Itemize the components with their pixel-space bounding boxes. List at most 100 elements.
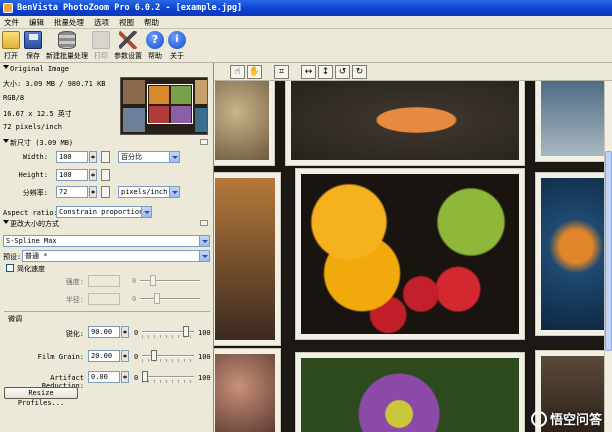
photo-shell [286, 81, 524, 165]
title-bar: BenVista PhotoZoom Pro 6.0.2 - [example.… [0, 0, 612, 16]
fit-height-icon[interactable]: ↕ [318, 64, 333, 79]
artifact-reduction-input[interactable]: 0.00 [88, 371, 120, 383]
menu-batch[interactable]: 批量处理 [54, 17, 84, 28]
width-label: Width: [22, 153, 48, 161]
preview-selection-frame[interactable] [147, 84, 193, 124]
menu-options[interactable]: 选项 [94, 17, 109, 28]
radius-slider[interactable] [140, 293, 200, 305]
image-preview-canvas[interactable]: 悟空问答 [214, 81, 606, 432]
thumb-tile [195, 108, 207, 132]
crop-tool-icon[interactable]: ⌗ [274, 64, 289, 79]
artifact-reduction-min: 0 [134, 374, 139, 382]
settings-button[interactable]: 参数设置 [114, 29, 142, 61]
intensity-input[interactable] [88, 275, 120, 287]
aspect-ratio-select[interactable]: Constrain proportions [56, 206, 152, 218]
zoom-tool-icon[interactable]: ✋ [247, 64, 262, 79]
fine-tune-header: 微调 [8, 315, 22, 323]
menu-help[interactable]: 帮助 [144, 17, 159, 28]
scrollbar-thumb[interactable] [605, 151, 612, 351]
thumb-tile [195, 80, 207, 104]
link-icon[interactable] [101, 186, 110, 198]
rotate-right-icon[interactable]: ↻ [352, 64, 367, 79]
artifact-reduction-max: 100 [198, 374, 211, 382]
film-grain-input[interactable]: 20.00 [88, 350, 120, 362]
thumb-tile [123, 80, 145, 104]
original-image-header[interactable]: Original Image [3, 65, 69, 73]
new-batch-button[interactable]: 新建批量处理 [46, 29, 88, 61]
collapse-icon [3, 220, 9, 227]
film-grain-max: 100 [198, 353, 211, 361]
chevron-down-icon [169, 187, 179, 197]
width-input[interactable]: 100 [56, 151, 88, 163]
resolution-unit-select[interactable]: pixels/inch [118, 186, 180, 198]
height-input[interactable]: 100 [56, 169, 88, 181]
film-grain-min: 0 [134, 353, 139, 361]
sharpness-input[interactable]: 90.00 [88, 326, 120, 338]
slider-thumb[interactable] [142, 371, 148, 382]
open-button[interactable]: 打开 [2, 29, 20, 61]
collapse-icon [3, 65, 9, 72]
resize-method-header[interactable]: 更改大小的方式 [3, 219, 59, 229]
preset-select[interactable]: 普通 * [22, 250, 210, 262]
sharpness-max: 100 [198, 329, 211, 337]
sharpness-min: 0 [134, 329, 139, 337]
fast-mode-label: 简化速度 [17, 265, 45, 273]
view-toolbar: ☝ ✋ ⌗ ↔ ↕ ↺ ↻ [214, 63, 612, 81]
preset-label: 预设: [3, 253, 22, 261]
artifact-reduction-slider[interactable] [142, 371, 194, 383]
film-grain-slider[interactable] [142, 350, 194, 362]
save-button[interactable]: 保存 [24, 29, 42, 61]
photo-flower [296, 353, 524, 432]
help-icon: ? [146, 31, 164, 49]
radius-label: 半径: [65, 296, 84, 304]
collapse-icon [3, 139, 9, 146]
menu-file[interactable]: 文件 [4, 17, 19, 28]
sharpness-slider[interactable] [142, 326, 194, 338]
vertical-scrollbar[interactable] [604, 81, 612, 432]
height-label: Height: [18, 171, 48, 179]
link-icon[interactable] [101, 169, 110, 181]
new-size-header[interactable]: 新尺寸 (3.09 MB) [3, 138, 73, 148]
intensity-slider[interactable] [140, 275, 200, 287]
algorithm-select[interactable]: S-Spline Max [3, 235, 210, 247]
photo-face [214, 349, 280, 432]
hand-tool-icon[interactable]: ☝ [230, 64, 245, 79]
menu-bar: 文件 编辑 批量处理 选项 视图 帮助 [0, 16, 612, 29]
chevron-down-icon [199, 251, 209, 261]
original-size: 大小: 3.09 MB / 980.71 KB [3, 80, 106, 88]
about-button[interactable]: i 关于 [168, 29, 186, 61]
panel-resize-handle[interactable] [200, 220, 208, 226]
fast-mode-checkbox[interactable] [6, 264, 14, 272]
photo-tower [214, 173, 280, 345]
resolution-spinner[interactable] [89, 186, 97, 198]
print-button[interactable]: 打印 [92, 29, 110, 61]
disk-icon [24, 31, 42, 49]
photo-fish [536, 173, 606, 335]
height-spinner[interactable] [89, 169, 97, 181]
watermark-logo-icon [530, 410, 547, 427]
slider-thumb[interactable] [151, 350, 157, 361]
menu-edit[interactable]: 编辑 [29, 17, 44, 28]
artifact-reduction-spinner[interactable] [121, 371, 129, 383]
sharpness-spinner[interactable] [121, 326, 129, 338]
resolution-input[interactable]: 72 [56, 186, 88, 198]
resolution-label: 分辨率: [22, 189, 48, 197]
toolbar: 打开 保存 新建批量处理 打印 参数设置 ? 帮助 i 关于 [0, 29, 612, 63]
link-icon[interactable] [101, 151, 110, 163]
size-unit-select[interactable]: 百分比 [118, 151, 180, 163]
resize-profiles-button[interactable]: Resize Profiles... [4, 387, 78, 407]
help-button[interactable]: ? 帮助 [146, 29, 164, 61]
film-grain-spinner[interactable] [121, 350, 129, 362]
original-thumbnail[interactable] [120, 77, 208, 135]
info-icon: i [168, 31, 186, 49]
panel-resize-handle[interactable] [200, 139, 208, 145]
fit-width-icon[interactable]: ↔ [301, 64, 316, 79]
original-dimensions: 16.67 x 12.5 英寸 [3, 110, 72, 118]
rotate-left-icon[interactable]: ↺ [335, 64, 350, 79]
thumb-tile [123, 108, 145, 132]
chevron-down-icon [141, 207, 151, 217]
width-spinner[interactable] [89, 151, 97, 163]
slider-thumb[interactable] [183, 326, 189, 337]
radius-input[interactable] [88, 293, 120, 305]
menu-view[interactable]: 视图 [119, 17, 134, 28]
